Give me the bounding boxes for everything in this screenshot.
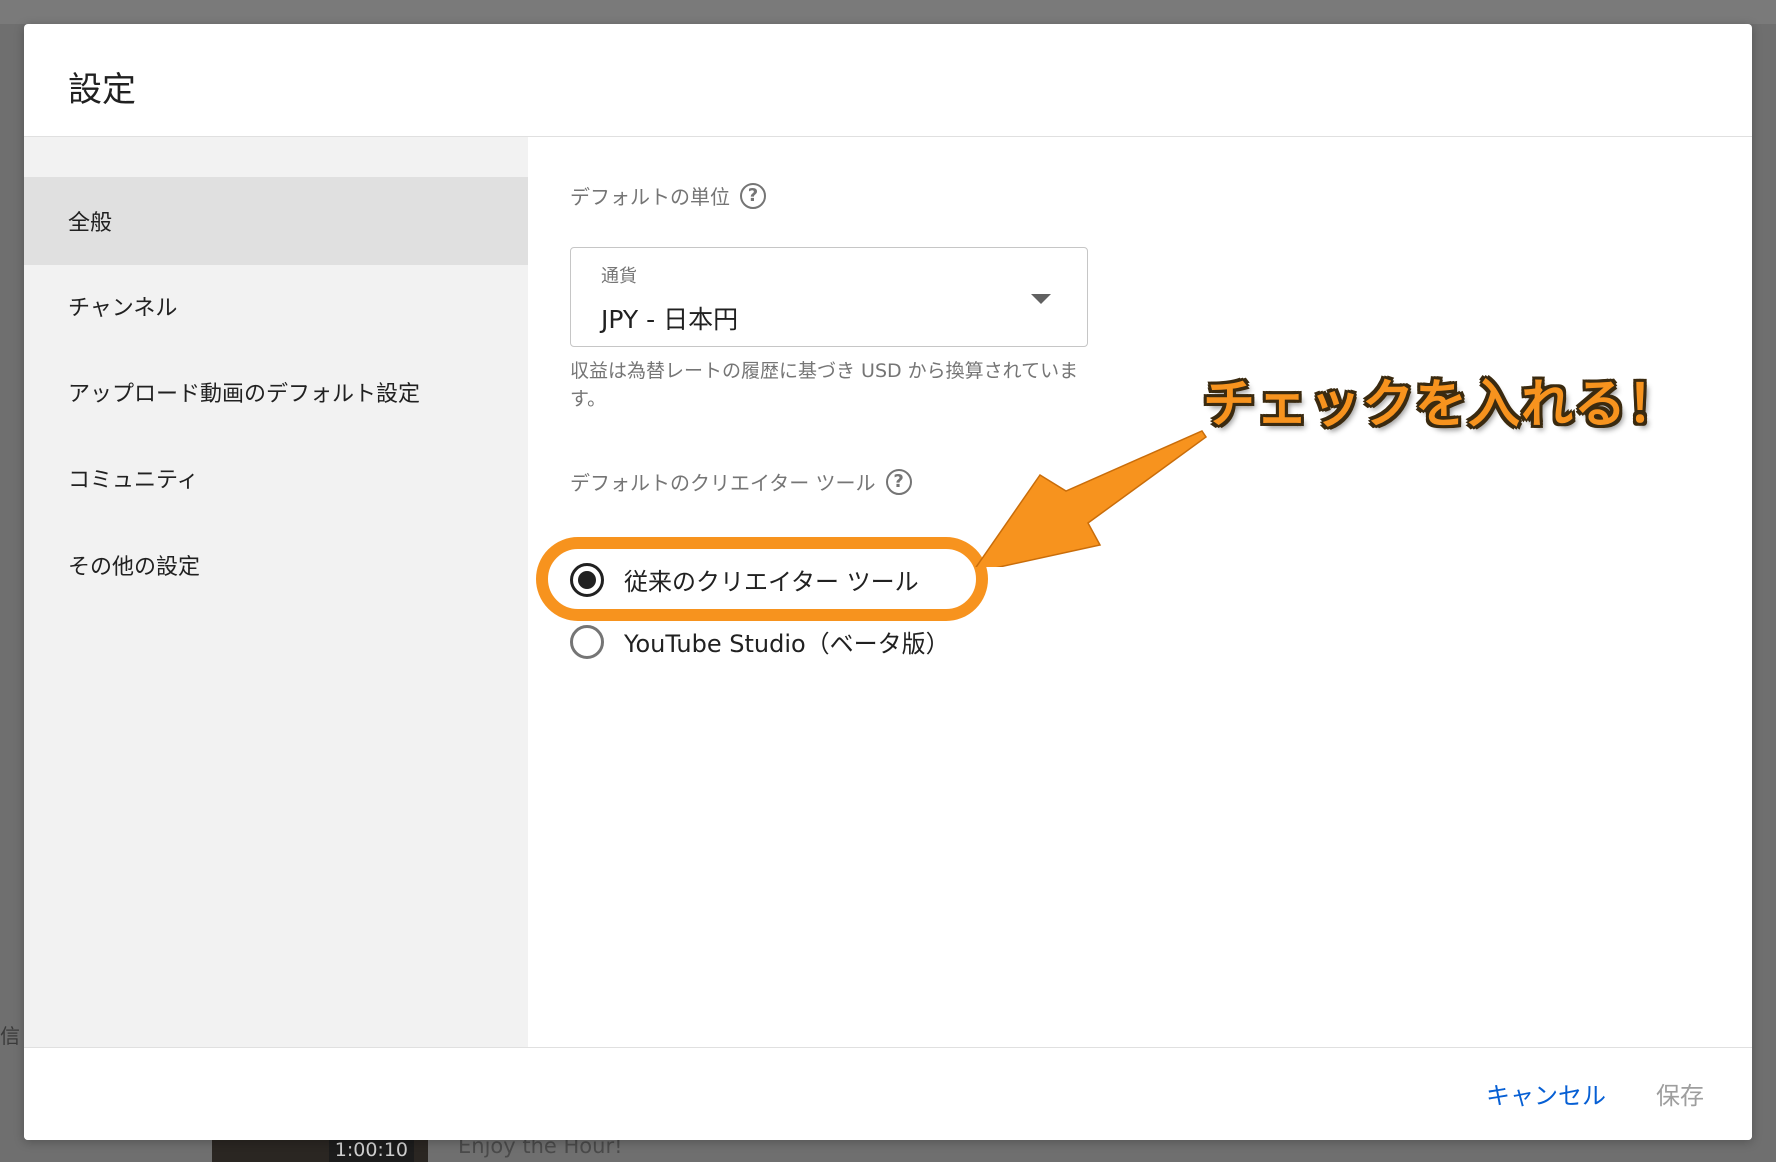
dialog-header: 設定: [24, 24, 1752, 137]
creator-tool-label: デフォルトのクリエイター ツール: [570, 471, 876, 495]
annotation-highlight-ring: [536, 537, 988, 621]
help-icon[interactable]: ?: [885, 468, 912, 495]
creator-tool-section: デフォルトのクリエイター ツール ?: [570, 467, 912, 496]
currency-select-label: 通貨: [601, 266, 637, 287]
radio-youtube-studio-beta[interactable]: YouTube Studio（ベータ版）: [570, 624, 950, 659]
default-unit-label: デフォルトの単位: [570, 185, 730, 209]
settings-content: デフォルトの単位 ? 通貨 JPY - 日本円 収益は為替レートの履歴に基づき …: [528, 137, 1752, 1047]
dialog-footer: キャンセル 保存: [24, 1047, 1752, 1140]
annotation-callout-text: チェックを入れる！: [1203, 375, 1681, 435]
background-video-duration: 1:00:10: [328, 1138, 414, 1162]
sidebar-item-channel[interactable]: チャンネル: [24, 262, 528, 350]
dialog-title: 設定: [68, 70, 136, 110]
settings-dialog: 設定 全般 チャンネル アップロード動画のデフォルト設定 コミュニティ その他の…: [24, 24, 1752, 1140]
help-icon[interactable]: ?: [740, 182, 766, 209]
save-button[interactable]: 保存: [1656, 1076, 1704, 1111]
sidebar-item-upload-defaults[interactable]: アップロード動画のデフォルト設定: [24, 348, 528, 436]
background-top-strip: [0, 0, 1776, 24]
dropdown-arrow-icon: [1031, 294, 1051, 304]
currency-select[interactable]: 通貨 JPY - 日本円: [570, 247, 1088, 347]
sidebar-item-community[interactable]: コミュニティ: [24, 434, 528, 522]
default-unit-section: デフォルトの単位 ?: [570, 181, 766, 210]
currency-helper-text: 収益は為替レートの履歴に基づき USD から換算されています。: [570, 360, 1079, 410]
currency-select-value: JPY - 日本円: [601, 305, 739, 334]
radio-unchecked-icon[interactable]: [570, 624, 604, 659]
background-edge-text: 信: [0, 1024, 20, 1048]
radio-label: YouTube Studio（ベータ版）: [624, 630, 950, 658]
cancel-button[interactable]: キャンセル: [1486, 1076, 1606, 1111]
sidebar-item-general[interactable]: 全般: [24, 177, 528, 265]
sidebar-item-other-settings[interactable]: その他の設定: [24, 521, 528, 609]
annotation-arrow-icon: [975, 430, 1208, 567]
settings-sidebar: 全般 チャンネル アップロード動画のデフォルト設定 コミュニティ その他の設定: [24, 137, 528, 1047]
